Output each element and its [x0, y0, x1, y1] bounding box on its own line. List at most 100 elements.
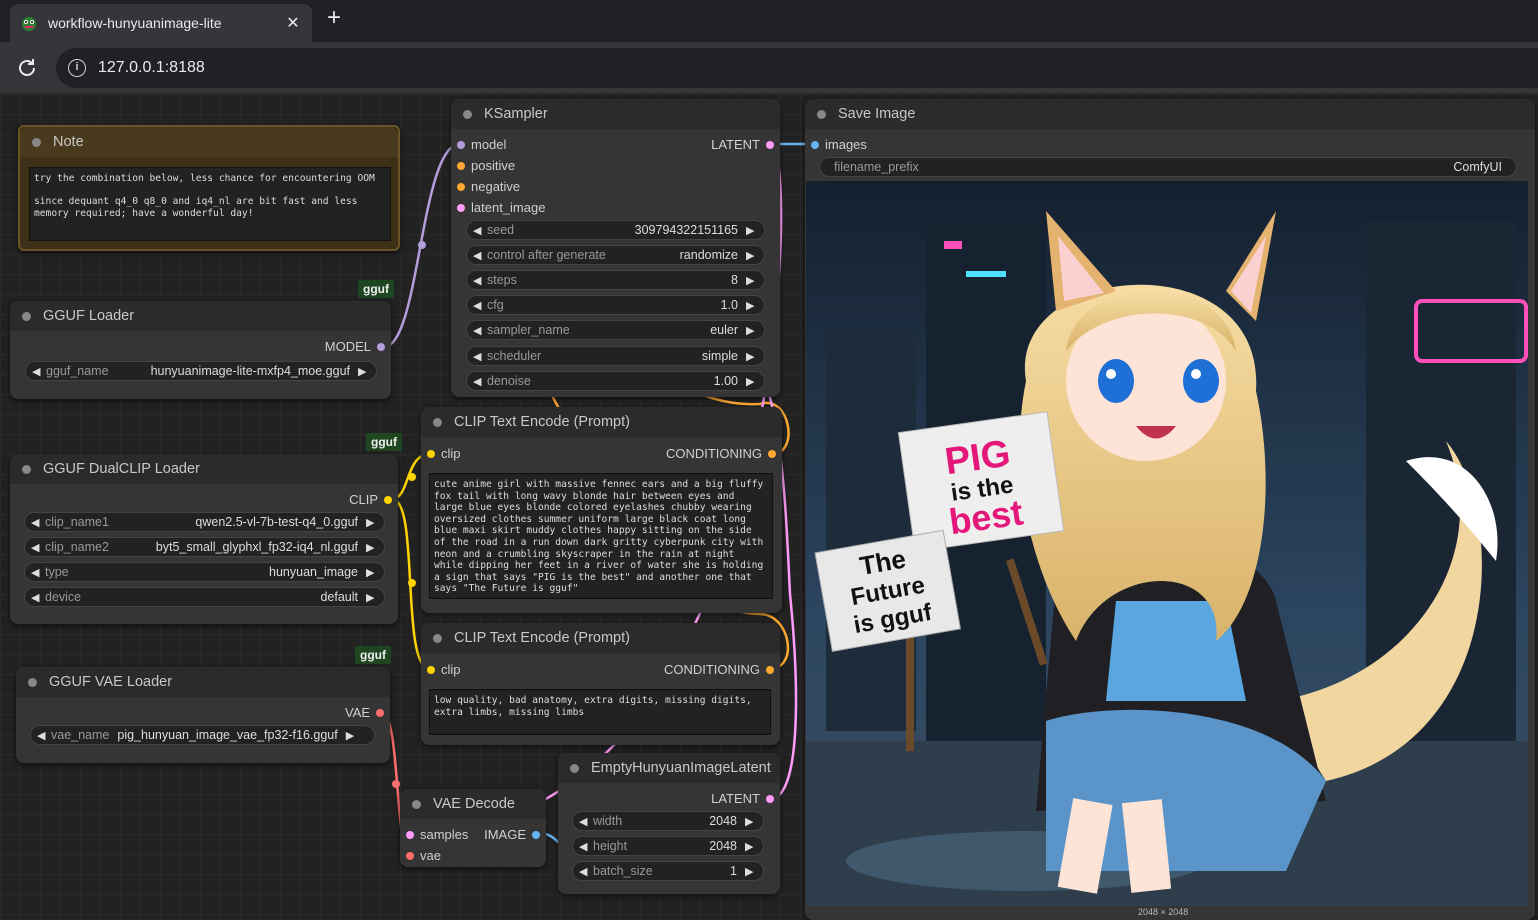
port-dot[interactable] [768, 449, 776, 458]
arrow-right-icon[interactable]: ▶ [745, 865, 757, 878]
port-dot[interactable] [377, 342, 385, 351]
port-dot[interactable] [811, 140, 819, 149]
node-header[interactable]: KSampler [451, 99, 780, 129]
arrow-right-icon[interactable]: ▶ [746, 274, 758, 287]
arrow-right-icon[interactable]: ▶ [366, 516, 378, 529]
collapse-dot-icon[interactable] [28, 677, 37, 687]
arrow-left-icon[interactable]: ◀ [579, 840, 591, 853]
latent-output-port[interactable]: LATENT [711, 791, 780, 806]
node-header[interactable]: CLIP Text Encode (Prompt) [421, 407, 782, 437]
arrow-left-icon[interactable]: ◀ [31, 591, 43, 604]
images-input-port[interactable]: images [805, 137, 867, 152]
arrow-left-icon[interactable]: ◀ [473, 324, 485, 337]
arrow-right-icon[interactable]: ▶ [746, 224, 758, 237]
clip-output-port[interactable]: CLIP [349, 492, 398, 507]
sampler-name-widget[interactable]: ◀ sampler_name euler ▶ [466, 320, 765, 340]
port-dot[interactable] [457, 182, 465, 191]
arrow-right-icon[interactable]: ▶ [746, 324, 758, 337]
port-dot[interactable] [406, 830, 414, 839]
arrow-right-icon[interactable]: ▶ [746, 299, 758, 312]
clip-input-port[interactable]: clip [421, 446, 461, 461]
site-info-icon[interactable]: i [68, 59, 86, 77]
collapse-dot-icon[interactable] [570, 763, 579, 773]
reload-icon[interactable] [14, 55, 40, 81]
arrow-left-icon[interactable]: ◀ [31, 566, 43, 579]
positive-input-port[interactable]: positive [451, 158, 515, 173]
gguf-name-combo[interactable]: ◀ gguf_name hunyuanimage-lite-mxfp4_moe.gg… [25, 361, 377, 381]
node-header[interactable]: GGUF DualCLIP Loader [10, 454, 398, 484]
clip-name1-combo[interactable]: ◀ clip_name1 qwen2.5-vl-7b-test-q4_0.gguf ▶ [24, 512, 385, 532]
port-dot[interactable] [457, 140, 465, 149]
arrow-right-icon[interactable]: ▶ [366, 541, 378, 554]
denoise-widget[interactable]: ◀ denoise 1.00 ▶ [466, 371, 765, 391]
arrow-right-icon[interactable]: ▶ [745, 815, 757, 828]
browser-tab[interactable]: workflow-hunyuanimage-lite ✕ [10, 4, 312, 42]
negative-input-port[interactable]: negative [451, 179, 520, 194]
conditioning-output-port[interactable]: CONDITIONING [666, 446, 782, 461]
port-dot[interactable] [532, 830, 540, 839]
latent-image-input-port[interactable]: latent_image [451, 200, 545, 215]
arrow-left-icon[interactable]: ◀ [473, 224, 485, 237]
clip-text-encode-negative-node[interactable]: CLIP Text Encode (Prompt) clip CONDITION… [421, 623, 780, 745]
node-header[interactable]: Note [20, 127, 398, 157]
arrow-right-icon[interactable]: ▶ [745, 840, 757, 853]
gguf-vae-loader-node[interactable]: GGUF VAE Loader VAE ◀ vae_name pig_hunyuan… [16, 667, 390, 763]
clip-input-port[interactable]: clip [421, 662, 461, 677]
empty-hunyuan-image-latent-node[interactable]: EmptyHunyuanImageLatent LATENT ◀ width 204… [558, 753, 780, 894]
clip-name2-combo[interactable]: ◀ clip_name2 byt5_small_glyphxl_fp32-iq4_n… [24, 537, 385, 557]
arrow-left-icon[interactable]: ◀ [31, 516, 43, 529]
prompt-textarea[interactable]: cute anime girl with massive fennec ears… [429, 473, 773, 599]
arrow-right-icon[interactable]: ▶ [346, 729, 358, 742]
gguf-loader-node[interactable]: GGUF Loader MODEL ◀ gguf_name hunyuanimage… [10, 301, 391, 399]
new-tab-button[interactable]: + [322, 6, 346, 32]
image-output-port[interactable]: IMAGE [484, 827, 546, 842]
node-header[interactable]: CLIP Text Encode (Prompt) [421, 623, 780, 653]
seed-widget[interactable]: ◀ seed 309794322151165 ▶ [466, 220, 765, 240]
arrow-right-icon[interactable]: ▶ [746, 375, 758, 388]
batch-size-widget[interactable]: ◀ batch_size 1 ▶ [572, 861, 764, 881]
negative-prompt-textarea[interactable]: low quality, bad anatomy, extra digits, … [429, 689, 771, 735]
arrow-left-icon[interactable]: ◀ [473, 249, 485, 262]
port-dot[interactable] [427, 665, 435, 674]
conditioning-output-port[interactable]: CONDITIONING [664, 662, 780, 677]
port-dot[interactable] [384, 495, 392, 504]
device-combo[interactable]: ◀ device default ▶ [24, 587, 385, 607]
arrow-left-icon[interactable]: ◀ [37, 729, 49, 742]
arrow-right-icon[interactable]: ▶ [358, 365, 370, 378]
port-dot[interactable] [376, 708, 384, 717]
model-output-port[interactable]: MODEL [325, 339, 391, 354]
arrow-left-icon[interactable]: ◀ [473, 350, 485, 363]
arrow-left-icon[interactable]: ◀ [473, 274, 485, 287]
collapse-dot-icon[interactable] [22, 311, 31, 321]
ksampler-node[interactable]: KSampler model positive negative latent_… [451, 99, 780, 397]
type-combo[interactable]: ◀ type hunyuan_image ▶ [24, 562, 385, 582]
port-dot[interactable] [457, 161, 465, 170]
collapse-dot-icon[interactable] [433, 417, 442, 427]
arrow-left-icon[interactable]: ◀ [32, 365, 44, 378]
collapse-dot-icon[interactable] [817, 109, 826, 119]
note-textarea[interactable]: try the combination below, less chance f… [29, 167, 391, 241]
samples-input-port[interactable]: samples [400, 827, 468, 842]
note-node[interactable]: Note try the combination below, less cha… [18, 125, 400, 251]
collapse-dot-icon[interactable] [32, 137, 41, 147]
arrow-left-icon[interactable]: ◀ [579, 865, 591, 878]
scheduler-widget[interactable]: ◀ scheduler simple ▶ [466, 346, 765, 366]
port-dot[interactable] [766, 665, 774, 674]
node-header[interactable]: EmptyHunyuanImageLatent [558, 753, 780, 783]
omnibox[interactable]: i 127.0.0.1:8188 [56, 48, 1538, 88]
node-header[interactable]: GGUF VAE Loader [16, 667, 390, 697]
port-dot[interactable] [766, 140, 774, 149]
arrow-right-icon[interactable]: ▶ [746, 249, 758, 262]
collapse-dot-icon[interactable] [22, 464, 31, 474]
arrow-left-icon[interactable]: ◀ [473, 375, 485, 388]
arrow-right-icon[interactable]: ▶ [366, 566, 378, 579]
port-dot[interactable] [457, 203, 465, 212]
collapse-dot-icon[interactable] [412, 799, 421, 809]
arrow-left-icon[interactable]: ◀ [579, 815, 591, 828]
arrow-right-icon[interactable]: ▶ [746, 350, 758, 363]
control-after-generate-widget[interactable]: ◀ control after generate randomize ▶ [466, 245, 765, 265]
filename-prefix-input[interactable]: filename_prefix ComfyUI [819, 157, 1517, 177]
generated-image-preview[interactable]: PIG is the best The Future is gguf [806, 181, 1528, 906]
vae-name-combo[interactable]: ◀ vae_name pig_hunyuan_image_vae_fp32-f16.… [30, 725, 375, 745]
arrow-right-icon[interactable]: ▶ [366, 591, 378, 604]
